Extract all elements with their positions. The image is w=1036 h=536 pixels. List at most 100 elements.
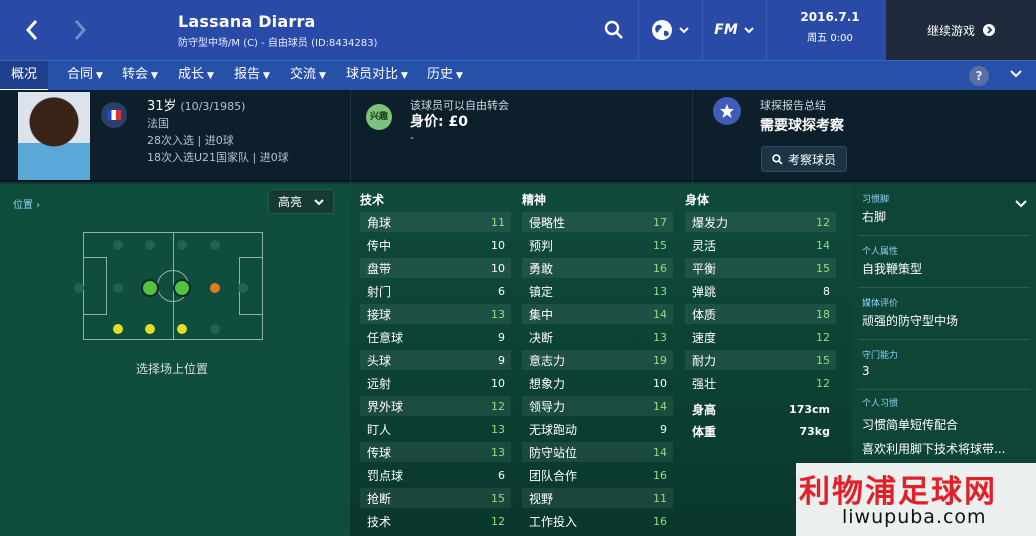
chevron-down-icon: [679, 27, 689, 34]
age-text: 31岁: [147, 99, 177, 114]
mental-attr-row[interactable]: 集中 14: [522, 304, 673, 324]
chevron-down-icon[interactable]: [1015, 193, 1027, 212]
position-dot[interactable]: [177, 324, 187, 334]
personality: 个人属性 自我鞭策型: [862, 244, 922, 277]
attr-value: 12: [816, 215, 830, 229]
tab-label: 概况: [11, 67, 38, 82]
position-dot[interactable]: [74, 283, 84, 293]
attr-value: 19: [653, 353, 667, 367]
preferred-foot-label: 习惯脚: [862, 195, 890, 205]
attr-value: 18: [816, 307, 830, 321]
technical-attr-row[interactable]: 盯人 13: [360, 419, 511, 439]
technical-attr-row[interactable]: 罚点球 6: [360, 465, 511, 485]
tab-reports[interactable]: 报告 ▼: [223, 61, 281, 91]
tab-compare[interactable]: 球员对比 ▼: [335, 61, 419, 91]
position-dot[interactable]: [238, 283, 248, 293]
mental-attr-row[interactable]: 预判 15: [522, 235, 673, 255]
mental-attr-row[interactable]: 视野 11: [522, 488, 673, 508]
technical-attr-row[interactable]: 盘带 10: [360, 258, 511, 278]
attr-name: 侵略性: [529, 215, 566, 230]
position-dot[interactable]: [210, 324, 220, 334]
position-dot[interactable]: [210, 283, 220, 293]
divider: [350, 90, 351, 182]
scout-title: 球探报告总结: [760, 99, 826, 112]
physical-attr-row[interactable]: 平衡 15: [685, 258, 836, 278]
position-dot[interactable]: [113, 240, 123, 250]
game-date[interactable]: 2016.7.1 周五 0:00: [780, 10, 880, 44]
media-value: 顽强的防守型中场: [862, 314, 959, 328]
chevron-down-icon: ▼: [263, 71, 270, 81]
physical-attr-row[interactable]: 弹跳 8: [685, 281, 836, 301]
tab-contract[interactable]: 合同 ▼: [56, 61, 114, 91]
physical-header: 身体: [685, 193, 710, 207]
attr-name: 想象力: [529, 376, 566, 391]
technical-attr-row[interactable]: 射门 6: [360, 281, 511, 301]
technical-attr-row[interactable]: 技术 12: [360, 511, 511, 531]
position-dot[interactable]: [113, 283, 123, 293]
tab-overview[interactable]: 概况: [0, 61, 49, 91]
back-button[interactable]: [14, 12, 50, 48]
divider: [692, 90, 693, 182]
position-dot[interactable]: [210, 240, 220, 250]
technical-header: 技术: [360, 193, 385, 207]
mental-attr-row[interactable]: 防守站位 14: [522, 442, 673, 462]
mental-attr-row[interactable]: 侵略性 17: [522, 212, 673, 232]
technical-attr-row[interactable]: 任意球 9: [360, 327, 511, 347]
forward-button[interactable]: [62, 12, 98, 48]
technical-attr-row[interactable]: 头球 9: [360, 350, 511, 370]
left-box: [83, 257, 107, 315]
mental-attr-row[interactable]: 工作投入 16: [522, 511, 673, 531]
mental-attr-row[interactable]: 勇敢 16: [522, 258, 673, 278]
tab-label: 交流: [290, 67, 317, 82]
nation-flag-icon[interactable]: [101, 102, 127, 128]
position-dot[interactable]: [177, 240, 187, 250]
position-dot-natural[interactable]: [141, 279, 159, 297]
arrow-right-icon: [983, 24, 995, 36]
chevron-down-icon[interactable]: [1010, 67, 1022, 81]
player-photo: [18, 92, 90, 180]
position-dot[interactable]: [145, 324, 155, 334]
technical-attr-row[interactable]: 传中 10: [360, 235, 511, 255]
tab-history[interactable]: 历史 ▼: [416, 61, 474, 91]
highlight-dropdown[interactable]: 高亮: [268, 189, 334, 214]
fm-menu-button[interactable]: FM: [710, 14, 758, 46]
position-dot[interactable]: [145, 240, 155, 250]
mental-attr-row[interactable]: 团队合作 16: [522, 465, 673, 485]
tab-interaction[interactable]: 交流 ▼: [279, 61, 337, 91]
world-menu-button[interactable]: [646, 14, 694, 46]
scout-player-button[interactable]: 考察球员: [761, 146, 847, 172]
mental-attr-row[interactable]: 领导力 14: [522, 396, 673, 416]
mental-attr-row[interactable]: 决断 13: [522, 327, 673, 347]
mental-attr-row[interactable]: 无球跑动 9: [522, 419, 673, 439]
mental-attr-row[interactable]: 镇定 13: [522, 281, 673, 301]
caps-text: 28次入选 | 进0球: [147, 134, 234, 147]
position-dot[interactable]: [113, 324, 123, 334]
physical-attr-row[interactable]: 灵活 14: [685, 235, 836, 255]
position-link[interactable]: 位置 ›: [13, 196, 40, 211]
position-dot-natural[interactable]: [173, 279, 191, 297]
attr-name: 团队合作: [529, 468, 578, 483]
tab-transfer[interactable]: 转会 ▼: [111, 61, 169, 91]
technical-attr-row[interactable]: 抢断 15: [360, 488, 511, 508]
mental-attr-row[interactable]: 意志力 19: [522, 350, 673, 370]
attr-name: 界外球: [367, 399, 404, 414]
technical-attr-row[interactable]: 界外球 12: [360, 396, 511, 416]
technical-attr-row[interactable]: 接球 13: [360, 304, 511, 324]
technical-attr-row[interactable]: 远射 10: [360, 373, 511, 393]
physical-attr-row[interactable]: 强壮 12: [685, 373, 836, 393]
physical-attr-row[interactable]: 爆发力 12: [685, 212, 836, 232]
attr-value: 11: [491, 215, 505, 229]
tab-label: 转会: [122, 67, 149, 82]
continue-button[interactable]: 继续游戏: [886, 0, 1036, 60]
search-button[interactable]: [598, 14, 630, 46]
technical-attr-row[interactable]: 传球 13: [360, 442, 511, 462]
physical-attr-row[interactable]: 体质 18: [685, 304, 836, 324]
mental-attr-row[interactable]: 想象力 10: [522, 373, 673, 393]
physical-attr-row[interactable]: 耐力 15: [685, 350, 836, 370]
technical-attr-row[interactable]: 角球 11: [360, 212, 511, 232]
divider: [858, 287, 1030, 288]
tab-development[interactable]: 成长 ▼: [167, 61, 225, 91]
player-name: Lassana Diarra: [178, 12, 316, 31]
physical-attr-row[interactable]: 速度 12: [685, 327, 836, 347]
help-icon[interactable]: ?: [969, 66, 989, 86]
